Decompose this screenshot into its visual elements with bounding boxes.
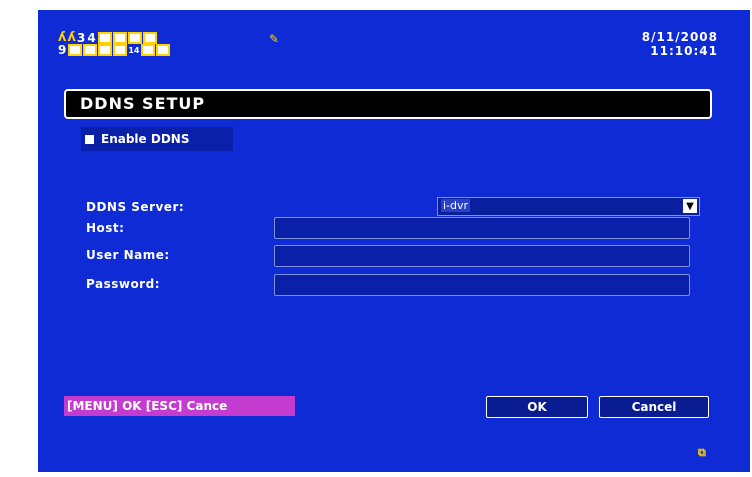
host-input[interactable] <box>274 217 690 239</box>
channel-number: 14 <box>128 45 140 55</box>
channel-box <box>140 44 155 56</box>
password-input[interactable] <box>274 274 690 296</box>
dropdown-arrow-icon[interactable]: ▼ <box>683 199 697 213</box>
dialog-title-bar: DDNS SETUP <box>64 89 712 119</box>
dvr-screen: ʎ ʎ 3 4 9 14 ✎ 8/11/2008 11:10:41 DDNS S… <box>38 10 750 472</box>
ddns-server-value: i-dvr <box>441 199 471 212</box>
ddns-server-select[interactable]: i-dvr ▼ <box>437 197 700 216</box>
channel-box <box>98 44 113 56</box>
date-text: 8/11/2008 <box>641 30 718 44</box>
password-label: Password: <box>86 277 160 291</box>
datetime: 8/11/2008 11:10:41 <box>642 30 718 58</box>
key-hint: [MENU] OK [ESC] Cance <box>64 396 295 416</box>
network-icon: ⧉ <box>698 446 706 459</box>
page-title: DDNS SETUP <box>80 94 206 113</box>
channel-status-row-2: 9 14 <box>58 43 171 57</box>
channel-box <box>127 31 142 44</box>
time-text: 11:10:41 <box>650 44 718 58</box>
user-name-input[interactable] <box>274 245 690 267</box>
host-label: Host: <box>86 221 125 235</box>
channel-number: 9 <box>58 43 67 57</box>
channel-box <box>113 44 128 56</box>
record-icon: ✎ <box>269 32 280 46</box>
cancel-button[interactable]: Cancel <box>599 396 709 418</box>
channel-box <box>97 31 112 44</box>
ok-button[interactable]: OK <box>486 396 588 418</box>
checkbox-icon[interactable] <box>85 134 94 144</box>
user-name-label: User Name: <box>86 248 170 262</box>
channel-box <box>155 44 170 56</box>
channel-box <box>68 44 83 56</box>
ddns-server-label: DDNS Server: <box>86 200 185 214</box>
enable-ddns-label: Enable DDNS <box>101 132 190 146</box>
channel-box <box>142 31 157 44</box>
channel-box <box>83 44 98 56</box>
enable-ddns-checkbox[interactable]: Enable DDNS <box>81 127 233 151</box>
channel-box <box>112 31 127 44</box>
